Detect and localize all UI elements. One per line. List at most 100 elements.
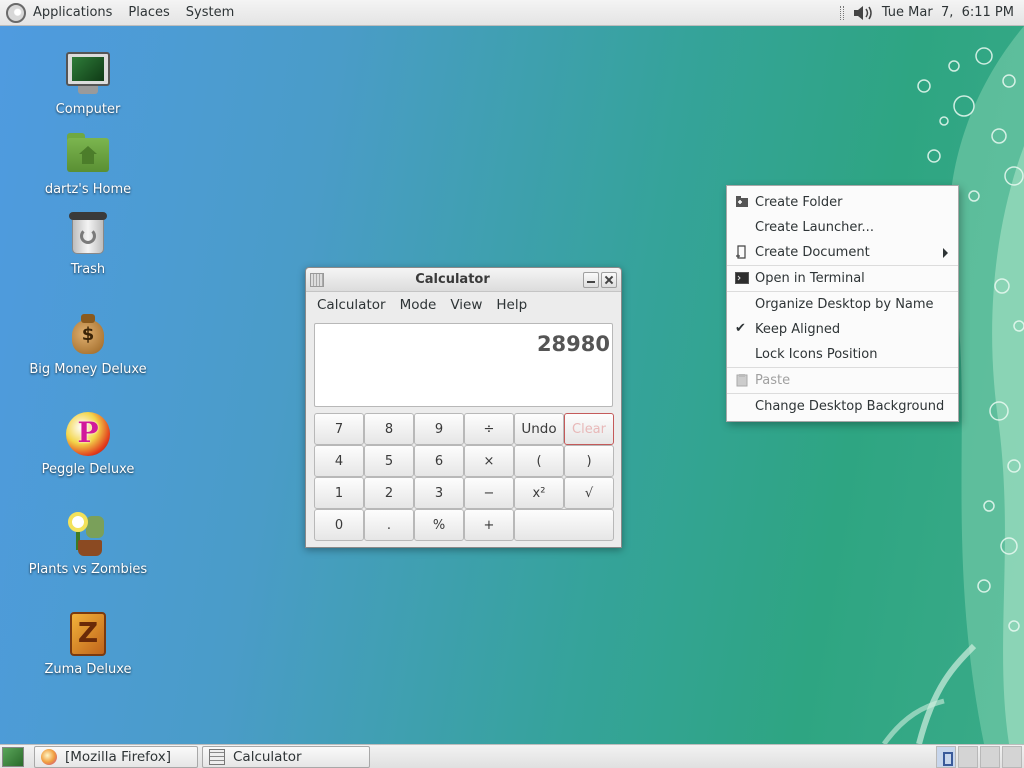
desktop-icon-label: Zuma Deluxe (44, 662, 132, 677)
document-icon (736, 245, 746, 259)
show-desktop-button[interactable] (2, 746, 24, 767)
desktop-icon-big-money[interactable]: $ Big Money Deluxe (28, 310, 148, 377)
menu-item-keep-aligned[interactable]: ✔ Keep Aligned (727, 317, 958, 342)
key-0[interactable]: 0 (314, 509, 364, 541)
key-2[interactable]: 2 (364, 477, 414, 509)
key-6[interactable]: 6 (414, 445, 464, 477)
key-close-paren[interactable]: ) (564, 445, 614, 477)
key-equals[interactable] (514, 509, 614, 541)
computer-icon (64, 50, 112, 98)
submenu-arrow-icon (943, 248, 948, 258)
key-sqrt[interactable]: √ (564, 477, 614, 509)
top-panel: Applications Places System Tue Mar 7, 6:… (0, 0, 1024, 26)
menu-item-label: Organize Desktop by Name (755, 297, 934, 312)
places-menu[interactable]: Places (120, 0, 177, 26)
desktop-icon-label: Plants vs Zombies (28, 562, 148, 577)
folder-plus-icon (736, 196, 748, 207)
calculator-titlebar[interactable]: Calculator (306, 268, 621, 292)
taskbar-button-calculator[interactable]: Calculator (202, 745, 370, 768)
key-4[interactable]: 4 (314, 445, 364, 477)
key-add[interactable]: + (464, 509, 514, 541)
desktop-icon-zuma[interactable]: Z Zuma Deluxe (28, 610, 148, 677)
desktop-icon-label: Peggle Deluxe (41, 462, 135, 477)
menu-mode[interactable]: Mode (393, 297, 444, 313)
menu-item-label: Lock Icons Position (755, 347, 878, 362)
desktop-icon-label: Computer (55, 102, 121, 117)
peggle-icon: P (64, 410, 112, 458)
workspace-1[interactable] (936, 745, 956, 768)
volume-icon[interactable] (852, 4, 874, 22)
desktop-icon-home[interactable]: dartz's Home (28, 130, 148, 197)
key-divide[interactable]: ÷ (464, 413, 514, 445)
menu-item-label: Change Desktop Background (755, 399, 945, 414)
key-undo[interactable]: Undo (514, 413, 564, 445)
desktop-icon-plants-vs-zombies[interactable]: Plants vs Zombies (28, 510, 148, 577)
key-5[interactable]: 5 (364, 445, 414, 477)
desktop-icon-label: Big Money Deluxe (29, 362, 147, 377)
taskbar-button-label: [Mozilla Firefox] (65, 748, 172, 765)
applications-menu[interactable]: Applications (0, 0, 120, 26)
menu-item-change-background[interactable]: Change Desktop Background (727, 394, 958, 419)
firefox-icon (41, 748, 57, 765)
workspace-2[interactable] (958, 745, 978, 768)
calculator-menubar: Calculator Mode View Help (306, 292, 621, 318)
menu-view[interactable]: View (443, 297, 489, 313)
taskbar-button-firefox[interactable]: [Mozilla Firefox] (34, 745, 198, 768)
calculator-display[interactable]: 28980 (314, 323, 613, 407)
key-8[interactable]: 8 (364, 413, 414, 445)
desktop-icon-computer[interactable]: Computer (28, 50, 148, 117)
menu-calculator[interactable]: Calculator (310, 297, 393, 313)
menu-item-create-folder[interactable]: Create Folder (727, 190, 958, 215)
clock[interactable]: Tue Mar 7, 6:11 PM (882, 5, 1014, 20)
menu-item-label: Paste (755, 373, 791, 388)
menu-item-label: Create Folder (755, 195, 843, 210)
key-multiply[interactable]: × (464, 445, 514, 477)
key-percent[interactable]: % (414, 509, 464, 541)
places-menu-label: Places (128, 5, 170, 20)
calculator-title: Calculator (415, 272, 490, 287)
close-button[interactable] (601, 271, 617, 288)
window-menu-icon[interactable] (310, 272, 324, 287)
desktop-icon-peggle[interactable]: P Peggle Deluxe (28, 410, 148, 477)
bottom-panel: [Mozilla Firefox] Calculator (0, 744, 1024, 768)
calculator-window: Calculator Calculator Mode View Help 289… (305, 267, 622, 548)
display-value: 28980 (536, 332, 610, 356)
desktop-icon-label: Trash (70, 262, 106, 277)
taskbar-button-label: Calculator (233, 748, 302, 765)
terminal-icon (735, 272, 749, 284)
panel-tray: Tue Mar 7, 6:11 PM (839, 0, 1024, 26)
paste-icon (736, 374, 748, 387)
desktop-icon-trash[interactable]: Trash (28, 210, 148, 277)
key-clear[interactable]: Clear (564, 413, 614, 445)
plants-vs-zombies-icon (64, 510, 112, 558)
menu-help[interactable]: Help (489, 297, 534, 313)
menu-item-create-launcher[interactable]: Create Launcher... (727, 215, 958, 240)
key-9[interactable]: 9 (414, 413, 464, 445)
checkmark-icon: ✔ (735, 321, 746, 336)
system-menu[interactable]: System (178, 0, 242, 26)
key-decimal[interactable]: . (364, 509, 414, 541)
workspace-4[interactable] (1002, 745, 1022, 768)
minimize-button[interactable] (583, 271, 599, 288)
workspace-3[interactable] (980, 745, 1000, 768)
menu-item-label: Create Launcher... (755, 220, 874, 235)
calculator-keypad: 7 8 9 ÷ Undo Clear 4 5 6 × ( ) 1 2 3 − x… (314, 413, 614, 541)
key-1[interactable]: 1 (314, 477, 364, 509)
key-subtract[interactable]: − (464, 477, 514, 509)
desktop-icon-label: dartz's Home (44, 182, 132, 197)
menu-item-organize-by-name[interactable]: Organize Desktop by Name (727, 292, 958, 317)
key-open-paren[interactable]: ( (514, 445, 564, 477)
distro-logo-icon (6, 2, 26, 23)
money-bag-icon: $ (64, 310, 112, 358)
applications-menu-label: Applications (33, 5, 113, 20)
panel-handle (839, 5, 844, 20)
system-menu-label: System (185, 5, 235, 20)
menu-item-label: Open in Terminal (755, 271, 865, 286)
key-7[interactable]: 7 (314, 413, 364, 445)
menu-item-lock-icons[interactable]: Lock Icons Position (727, 342, 958, 367)
key-square[interactable]: x² (514, 477, 564, 509)
menu-item-create-document[interactable]: Create Document (727, 240, 958, 265)
key-3[interactable]: 3 (414, 477, 464, 509)
calculator-icon (209, 748, 225, 765)
menu-item-open-terminal[interactable]: Open in Terminal (727, 266, 958, 291)
